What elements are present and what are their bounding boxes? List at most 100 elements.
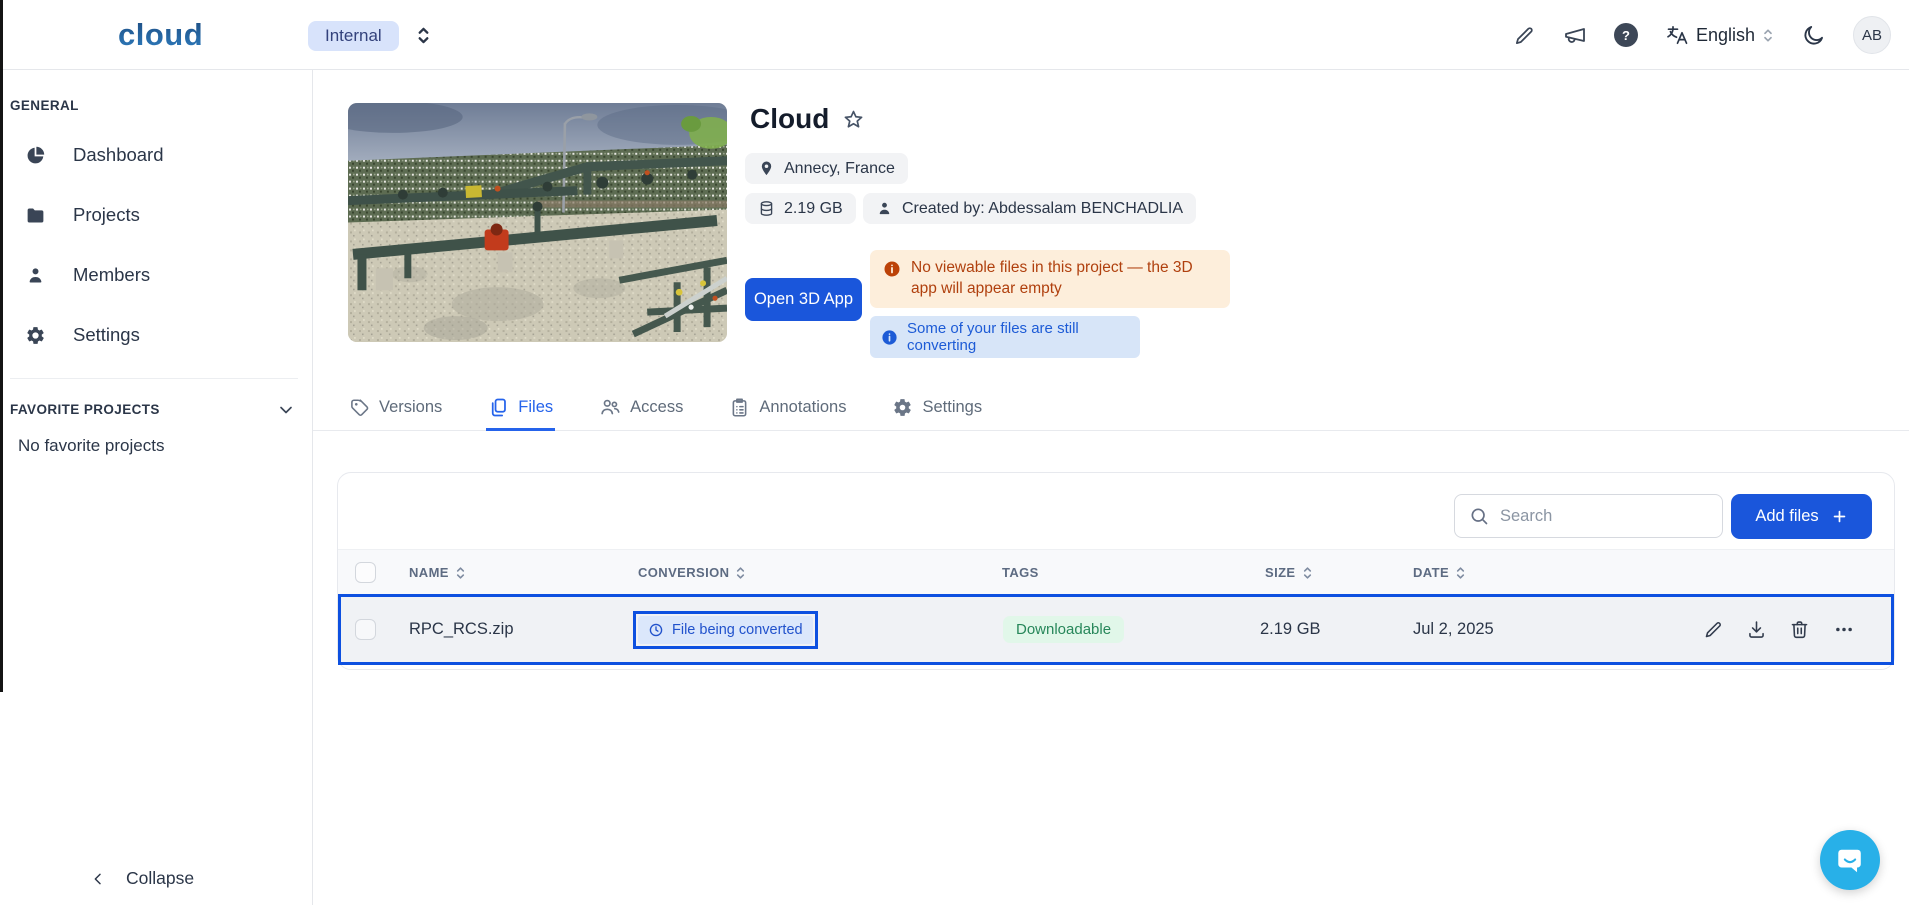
dark-mode-icon[interactable] xyxy=(1801,23,1826,48)
size-cell: 2.19 GB xyxy=(1260,594,1321,665)
project-thumbnail xyxy=(348,103,727,342)
workspace-badge-label: Internal xyxy=(325,26,382,46)
tab-label: Settings xyxy=(922,398,982,417)
app-logo: cloud xyxy=(118,17,203,53)
sort-icon xyxy=(1455,566,1466,580)
collapse-label: Collapse xyxy=(126,868,194,889)
database-icon xyxy=(758,200,775,217)
date-cell: Jul 2, 2025 xyxy=(1413,594,1494,665)
language-selector[interactable]: English xyxy=(1665,23,1774,47)
column-header-size[interactable]: SIZE xyxy=(1265,550,1313,595)
open-3d-app-button[interactable]: Open 3D App xyxy=(745,278,862,321)
info-alert: Some of your files are still converting xyxy=(870,316,1140,358)
search-input[interactable] xyxy=(1500,507,1708,526)
sidebar-section-general: GENERAL xyxy=(10,98,79,113)
tab-label: Versions xyxy=(379,398,442,417)
tab-files[interactable]: Files xyxy=(486,383,555,431)
chat-launcher-button[interactable] xyxy=(1820,830,1880,890)
column-header-conversion[interactable]: CONVERSION xyxy=(638,550,746,595)
table-header: NAME CONVERSION TAGS SIZE DATE xyxy=(338,549,1894,594)
tab-bar: Versions Files Access xyxy=(347,383,984,431)
language-chevron-icon xyxy=(1762,28,1774,43)
screenshot-edge-artifact xyxy=(0,0,3,692)
sort-icon xyxy=(455,566,466,580)
row-checkbox[interactable] xyxy=(355,619,376,640)
sidebar-item-dashboard[interactable]: Dashboard xyxy=(0,132,312,178)
download-file-icon[interactable] xyxy=(1746,619,1767,640)
sidebar-collapse-button[interactable]: Collapse xyxy=(90,868,194,889)
warning-alert-text: No viewable files in this project — the … xyxy=(911,258,1217,299)
column-header-date[interactable]: DATE xyxy=(1413,550,1466,595)
workspace-badge[interactable]: Internal xyxy=(308,21,399,51)
search-icon xyxy=(1469,506,1489,526)
conversion-cell: File being converted xyxy=(633,594,818,665)
sidebar-item-label: Settings xyxy=(73,324,140,346)
favorites-collapse-chevron-icon[interactable] xyxy=(276,400,296,420)
workspace-switcher-icon[interactable] xyxy=(416,26,431,45)
tag-icon xyxy=(349,397,370,418)
files-panel: Add files NAME CONVERSION TAGS SIZE xyxy=(337,472,1895,670)
file-name: RPC_RCS.zip xyxy=(409,620,514,639)
add-files-button[interactable]: Add files xyxy=(1731,494,1872,539)
delete-file-icon[interactable] xyxy=(1789,619,1810,640)
plus-icon xyxy=(1831,508,1848,525)
sidebar-item-label: Projects xyxy=(73,204,140,226)
sidebar-item-members[interactable]: Members xyxy=(0,252,312,298)
tag-badge: Downloadable xyxy=(1003,616,1124,643)
rename-file-icon[interactable] xyxy=(1703,619,1724,640)
tab-annotations[interactable]: Annotations xyxy=(727,383,848,431)
select-all-checkbox[interactable] xyxy=(355,562,376,583)
warning-alert: No viewable files in this project — the … xyxy=(870,250,1230,308)
row-actions xyxy=(1703,594,1856,665)
location-pin-icon xyxy=(758,160,775,177)
chat-bubble-icon xyxy=(1835,845,1865,875)
add-files-label: Add files xyxy=(1755,507,1818,526)
info-alert-text: Some of your files are still converting xyxy=(907,320,1129,354)
tab-label: Access xyxy=(630,398,683,417)
edit-icon[interactable] xyxy=(1513,24,1536,47)
project-size-badge: 2.19 GB xyxy=(745,193,856,224)
column-label: SIZE xyxy=(1265,565,1296,580)
tab-versions[interactable]: Versions xyxy=(347,383,444,431)
sidebar: GENERAL Dashboard Projects Members xyxy=(0,70,313,905)
conversion-status-badge: File being converted xyxy=(638,616,813,644)
avatar-initials: AB xyxy=(1862,27,1882,44)
sidebar-section-favorites: FAVORITE PROJECTS xyxy=(10,402,160,417)
column-header-name[interactable]: NAME xyxy=(409,550,466,595)
dashboard-icon xyxy=(25,145,46,166)
tab-settings[interactable]: Settings xyxy=(890,383,984,431)
sidebar-item-settings[interactable]: Settings xyxy=(0,312,312,358)
announcements-icon[interactable] xyxy=(1563,23,1587,47)
favorite-star-icon[interactable] xyxy=(841,108,866,133)
favorites-empty-text: No favorite projects xyxy=(18,436,164,456)
file-name-cell: RPC_RCS.zip xyxy=(409,594,514,665)
person-icon xyxy=(25,265,46,286)
avatar[interactable]: AB xyxy=(1853,16,1891,54)
search-box xyxy=(1454,494,1723,538)
page-title: Cloud xyxy=(750,103,829,135)
main-content: Cloud Annecy, France 2.19 GB xyxy=(313,70,1909,905)
tab-access[interactable]: Access xyxy=(597,383,685,431)
created-by-label: Created by: Abdessalam BENCHADLIA xyxy=(902,200,1183,218)
badge-highlight-annotation: File being converted xyxy=(633,611,818,649)
person-icon xyxy=(876,200,893,217)
sort-icon xyxy=(735,566,746,580)
sidebar-divider xyxy=(10,378,298,379)
help-icon[interactable]: ? xyxy=(1614,23,1638,47)
sidebar-item-label: Dashboard xyxy=(73,144,164,166)
table-row[interactable]: RPC_RCS.zip File being converted Downloa… xyxy=(338,594,1894,665)
gear-icon xyxy=(25,325,46,346)
tab-label: Files xyxy=(518,398,553,417)
file-size: 2.19 GB xyxy=(1260,620,1321,639)
location-badge: Annecy, France xyxy=(745,153,908,184)
topbar-actions: ? English AB xyxy=(1513,0,1891,70)
column-label: TAGS xyxy=(1002,565,1039,580)
more-actions-icon[interactable] xyxy=(1832,619,1856,640)
created-by-badge: Created by: Abdessalam BENCHADLIA xyxy=(863,193,1196,224)
topbar: cloud Internal ? English xyxy=(0,0,1909,70)
sidebar-item-projects[interactable]: Projects xyxy=(0,192,312,238)
clipboard-icon xyxy=(729,397,750,418)
people-icon xyxy=(599,396,621,418)
location-label: Annecy, France xyxy=(784,160,895,178)
tags-cell: Downloadable xyxy=(1003,594,1124,665)
